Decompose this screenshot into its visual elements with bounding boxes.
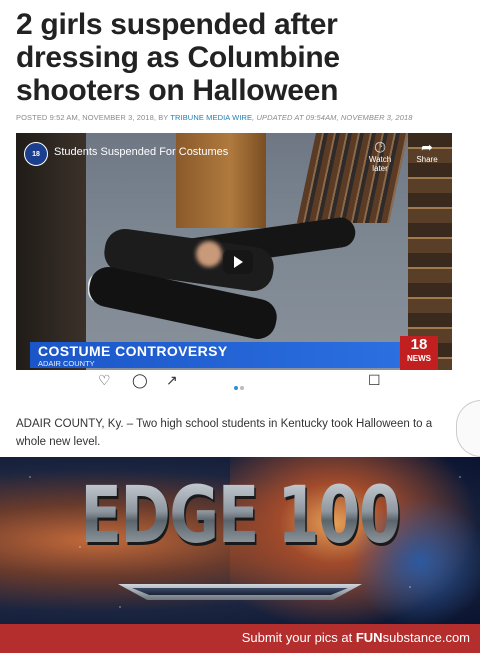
station-label: NEWS [407, 354, 431, 363]
carousel-dot[interactable] [240, 386, 244, 390]
clock-icon: 🕑︎ [374, 139, 386, 155]
station-number: 18 [410, 336, 428, 353]
byline-updated: , UPDATED AT 09:54AM, NOVEMBER 3, 2018 [252, 113, 413, 122]
bookmark-icon[interactable]: ☐ [368, 372, 381, 389]
article-headline: 2 girls suspended after dressing as Colu… [16, 8, 340, 107]
submit-text[interactable]: Submit your pics at FUNsubstance.com [242, 630, 470, 645]
byline-posted: POSTED 9:52 AM, NOVEMBER 3, 2018, BY [16, 113, 171, 122]
byline-author-link[interactable]: TRIBUNE MEDIA WIRE [170, 113, 252, 122]
article-byline: POSTED 9:52 AM, NOVEMBER 3, 2018, BY TRI… [16, 113, 466, 122]
social-action-bar: ♡ ◯ ↗ ☐ [16, 370, 452, 395]
heart-icon[interactable]: ♡ [98, 372, 111, 389]
side-scroll-tab[interactable] [456, 400, 480, 457]
carousel-dots[interactable] [234, 377, 246, 395]
comment-icon[interactable]: ◯ [132, 372, 148, 389]
play-icon [233, 256, 243, 268]
station-logo: 18 NEWS [400, 336, 438, 370]
news-lower-third: COSTUME CONTROVERSY ADAIR COUNTY [30, 342, 400, 368]
edge-title: EDGE 100 [53, 471, 427, 561]
share-button[interactable]: ➦ Share [407, 139, 447, 164]
play-button[interactable] [223, 250, 253, 274]
submit-label: Submit your pics at [241, 630, 356, 645]
chrome-bar-inner [132, 588, 348, 595]
brand-fun: FUN [355, 630, 383, 645]
edge-meme-panel: EDGE 100 [0, 457, 480, 624]
watch-later-label: Watch later [368, 155, 392, 173]
watch-later-button[interactable]: 🕑︎ Watch later [360, 139, 400, 173]
send-icon[interactable]: ↗ [166, 372, 178, 389]
share-arrow-icon: ➦ [421, 139, 433, 155]
brand-substance: substance [382, 630, 442, 645]
blurred-face [196, 241, 222, 267]
lower-third-subcaption: ADAIR COUNTY [38, 359, 95, 368]
video-title[interactable]: Students Suspended For Costumes [54, 146, 228, 158]
video-player[interactable]: 18 Students Suspended For Costumes 🕑︎ Wa… [16, 133, 452, 395]
lower-third-caption: COSTUME CONTROVERSY [38, 343, 228, 359]
share-label: Share [416, 155, 438, 164]
funsubstance-footer: Submit your pics at FUNsubstance.com [0, 624, 480, 653]
brand-dotcom: .com [441, 630, 470, 645]
article-lede: ADAIR COUNTY, Ky. – Two high school stud… [16, 418, 433, 448]
carousel-dot[interactable] [234, 386, 238, 390]
channel-logo[interactable]: 18 [24, 142, 48, 166]
